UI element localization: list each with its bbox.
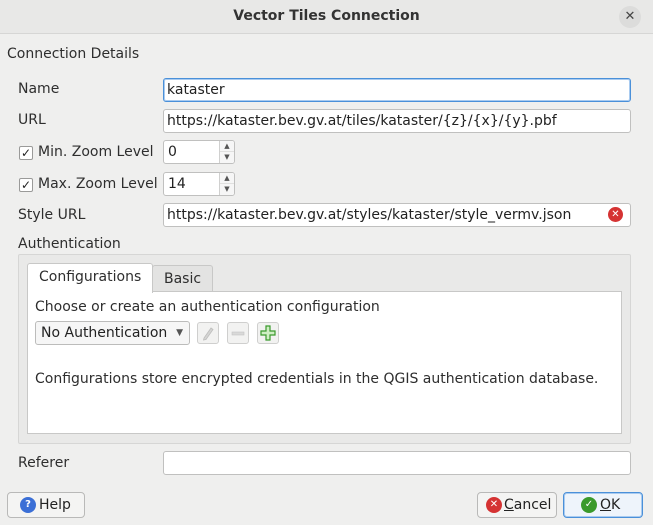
question-icon: ? [20, 497, 36, 513]
title-bar: Vector Tiles Connection ✕ [0, 0, 653, 34]
referer-label: Referer [18, 455, 70, 471]
spin-down-icon[interactable]: ▼ [220, 184, 234, 195]
max-zoom-spinbox[interactable]: 14 ▲ ▼ [163, 172, 235, 196]
pencil-icon [202, 327, 214, 341]
min-zoom-value: 0 [168, 144, 177, 160]
cancel-button-label: Cancel [504, 497, 552, 513]
close-button[interactable]: ✕ [619, 6, 641, 28]
tab-basic[interactable]: Basic [152, 265, 214, 293]
spinbox-arrows[interactable]: ▲ ▼ [219, 173, 234, 195]
spin-down-icon[interactable]: ▼ [220, 152, 234, 163]
check-icon: ✓ [20, 146, 32, 160]
close-icon: ✕ [624, 9, 636, 24]
style-url-field[interactable]: https://kataster.bev.gv.at/styles/katast… [163, 203, 631, 227]
max-zoom-label: Max. Zoom Level [38, 176, 158, 192]
connection-details-heading: Connection Details [7, 46, 140, 62]
ok-button-label: OK [600, 497, 621, 513]
url-field[interactable]: https://kataster.bev.gv.at/tiles/kataste… [163, 109, 631, 133]
spinbox-arrows[interactable]: ▲ ▼ [219, 141, 234, 163]
clear-field-icon[interactable]: ✕ [608, 207, 623, 222]
remove-config-button[interactable] [227, 322, 249, 344]
chevron-down-icon: ▼ [176, 328, 183, 338]
window-title: Vector Tiles Connection [233, 8, 420, 24]
help-button-label: Help [39, 497, 71, 513]
url-label: URL [18, 112, 46, 128]
auth-config-select[interactable]: No Authentication ▼ [35, 321, 190, 345]
name-field[interactable]: kataster [163, 78, 631, 102]
auth-info-text: Configurations store encrypted credentia… [35, 371, 599, 387]
referer-field[interactable] [163, 451, 631, 475]
min-zoom-checkbox[interactable]: ✓ [19, 146, 33, 160]
style-url-label: Style URL [18, 207, 86, 223]
add-config-button[interactable] [257, 322, 279, 344]
remove-icon [231, 331, 245, 336]
green-plus-icon [260, 325, 276, 341]
name-label: Name [18, 81, 60, 97]
spin-up-icon[interactable]: ▲ [220, 173, 234, 184]
edit-config-button[interactable] [197, 322, 219, 344]
red-x-icon: ✕ [486, 497, 502, 513]
tab-configurations[interactable]: Configurations [27, 263, 154, 293]
choose-config-text: Choose or create an authentication confi… [35, 299, 380, 315]
help-button[interactable]: ? Help [7, 492, 85, 518]
auth-config-selected: No Authentication [41, 325, 168, 341]
max-zoom-checkbox[interactable]: ✓ [19, 178, 33, 192]
ok-button[interactable]: ✓ OK [563, 492, 643, 518]
min-zoom-label: Min. Zoom Level [38, 144, 154, 160]
max-zoom-value: 14 [168, 176, 186, 192]
cancel-button[interactable]: ✕ Cancel [477, 492, 557, 518]
authentication-heading: Authentication [18, 236, 121, 252]
min-zoom-spinbox[interactable]: 0 ▲ ▼ [163, 140, 235, 164]
check-icon: ✓ [20, 178, 32, 192]
green-check-icon: ✓ [581, 497, 597, 513]
spin-up-icon[interactable]: ▲ [220, 141, 234, 152]
